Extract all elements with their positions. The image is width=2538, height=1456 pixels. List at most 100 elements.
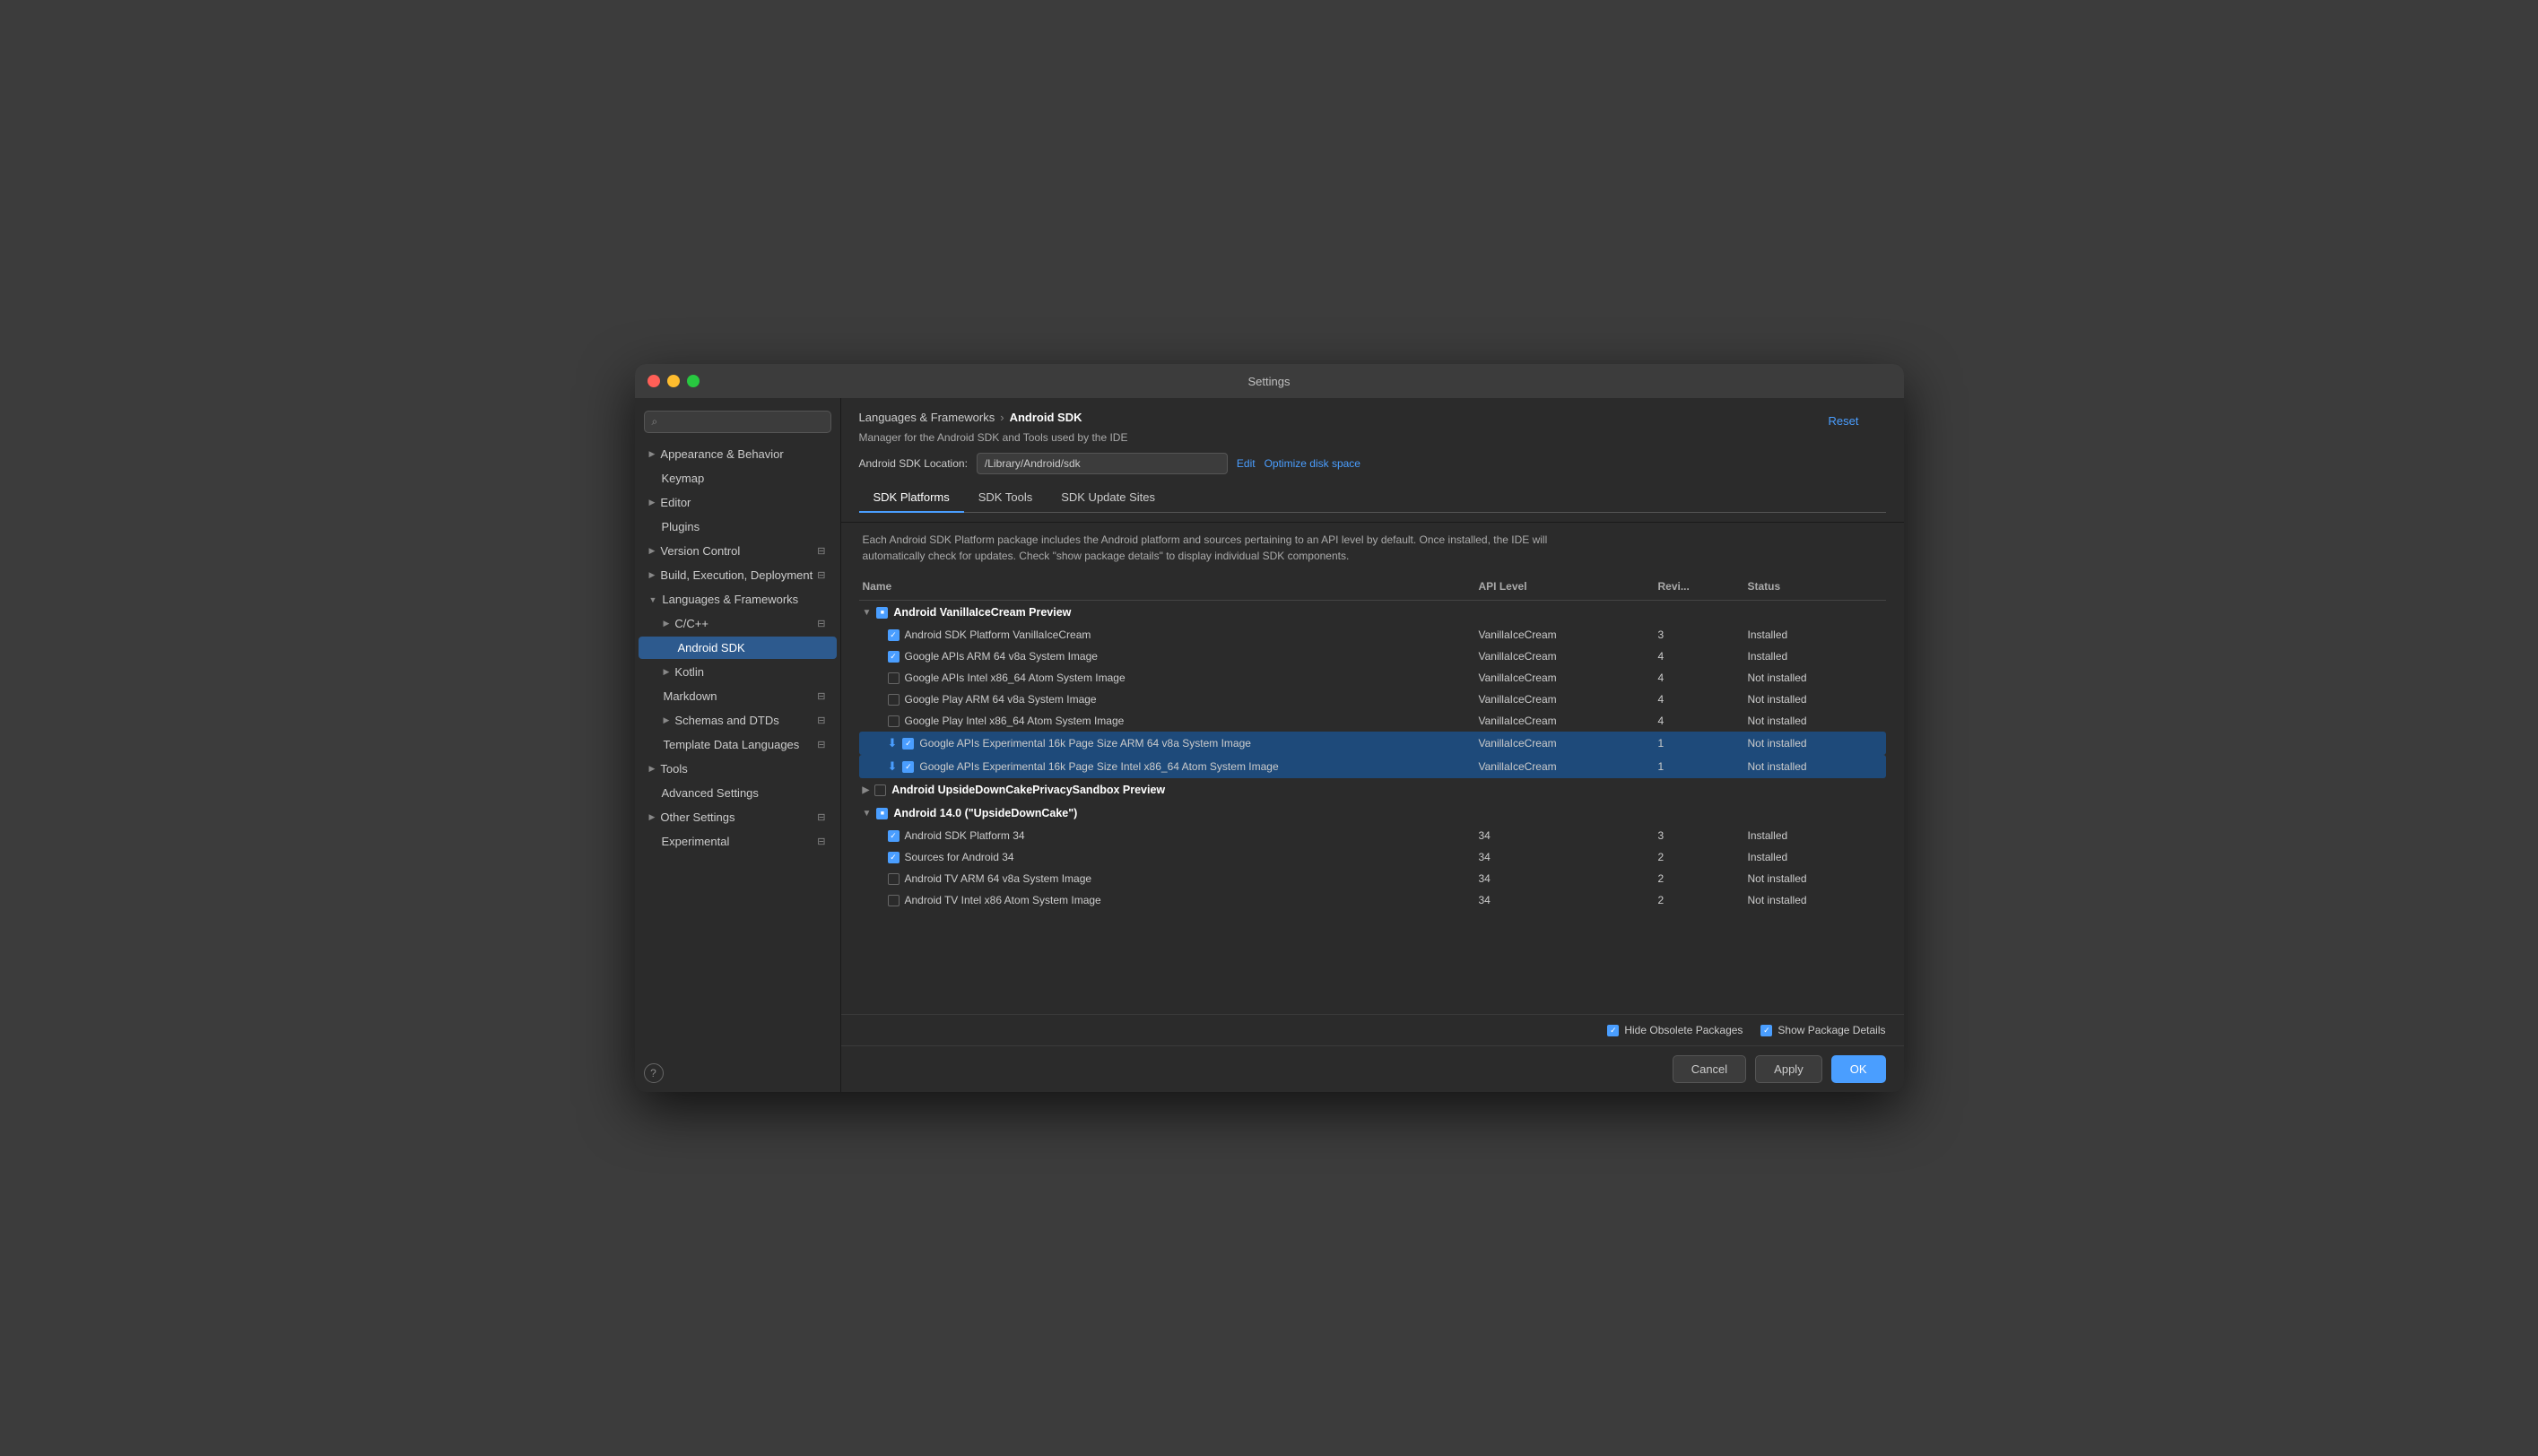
tab-sdk-tools[interactable]: SDK Tools xyxy=(964,483,1047,513)
chevron-icon: ▶ xyxy=(649,764,656,774)
sdk-group-header-sandbox[interactable]: ▶ Android UpsideDownCakePrivacySandbox P… xyxy=(859,778,1886,802)
sidebar-item-build[interactable]: ▶ Build, Execution, Deployment ⊟ xyxy=(639,564,837,586)
sdk-checkbox[interactable] xyxy=(902,738,914,750)
hide-obsolete-item[interactable]: Hide Obsolete Packages xyxy=(1607,1024,1743,1036)
sdk-rev: 3 xyxy=(1658,829,1748,842)
chevron-icon: ▶ xyxy=(649,449,656,459)
sdk-row: Google APIs Intel x86_64 Atom System Ima… xyxy=(859,667,1886,689)
sidebar-item-label: Editor xyxy=(660,496,691,509)
sidebar-item-label: Kotlin xyxy=(674,665,704,679)
sdk-row: Google APIs ARM 64 v8a System Image Vani… xyxy=(859,646,1886,667)
show-package-checkbox[interactable] xyxy=(1760,1025,1772,1036)
sidebar-item-editor[interactable]: ▶ Editor xyxy=(639,491,837,514)
sdk-checkbox[interactable] xyxy=(888,694,900,706)
group-chevron-icon[interactable]: ▼ xyxy=(863,608,872,618)
sdk-checkbox[interactable] xyxy=(888,715,900,727)
sdk-status: Not installed xyxy=(1748,672,1882,684)
sdk-checkbox[interactable] xyxy=(888,852,900,863)
sdk-checkbox[interactable] xyxy=(888,895,900,906)
sdk-group-sandbox: ▶ Android UpsideDownCakePrivacySandbox P… xyxy=(859,778,1886,802)
sdk-group-header-vanilla[interactable]: ▼ Android VanillaIceCream Preview xyxy=(859,601,1886,624)
sidebar-item-android-sdk[interactable]: Android SDK xyxy=(639,637,837,659)
group-checkbox-vanilla[interactable] xyxy=(876,607,888,619)
content-area: Languages & Frameworks › Android SDK Res… xyxy=(841,398,1904,1092)
help-button[interactable]: ? xyxy=(644,1063,664,1083)
settings-icon: ⊟ xyxy=(817,545,825,557)
group-checkbox-sandbox[interactable] xyxy=(874,784,886,796)
content-header: Languages & Frameworks › Android SDK Res… xyxy=(841,398,1904,523)
breadcrumb-separator: › xyxy=(1000,411,1004,424)
sdk-api: VanillaIceCream xyxy=(1479,693,1658,706)
sdk-status: Not installed xyxy=(1748,760,1882,773)
sidebar-item-tools[interactable]: ▶ Tools xyxy=(639,758,837,780)
traffic-lights xyxy=(648,375,700,387)
sidebar-item-version-control[interactable]: ▶ Version Control ⊟ xyxy=(639,540,837,562)
sdk-name: Android SDK Platform 34 xyxy=(905,829,1025,842)
sdk-status: Installed xyxy=(1748,650,1882,663)
sdk-name: Sources for Android 34 xyxy=(905,851,1014,863)
sidebar-item-markdown[interactable]: Markdown ⊟ xyxy=(639,685,837,707)
hide-obsolete-label: Hide Obsolete Packages xyxy=(1624,1024,1743,1036)
group-checkbox-android14[interactable] xyxy=(876,808,888,819)
group-chevron-icon[interactable]: ▶ xyxy=(863,785,870,795)
minimize-button[interactable] xyxy=(667,375,680,387)
sidebar-item-label: Template Data Languages xyxy=(664,738,800,751)
close-button[interactable] xyxy=(648,375,660,387)
sdk-api: 34 xyxy=(1479,894,1658,906)
group-chevron-icon[interactable]: ▼ xyxy=(863,809,872,819)
sdk-group-header-android14[interactable]: ▼ Android 14.0 ("UpsideDownCake") xyxy=(859,802,1886,825)
sidebar-item-languages[interactable]: ▼ Languages & Frameworks xyxy=(639,588,837,611)
tab-sdk-update-sites[interactable]: SDK Update Sites xyxy=(1047,483,1169,513)
sdk-name: Google Play Intel x86_64 Atom System Ima… xyxy=(905,715,1125,727)
cancel-button[interactable]: Cancel xyxy=(1673,1055,1746,1083)
sidebar-item-label: Android SDK xyxy=(678,641,745,654)
sidebar-item-label: Build, Execution, Deployment xyxy=(660,568,813,582)
edit-link[interactable]: Edit xyxy=(1237,457,1256,470)
sdk-name: Google APIs Experimental 16k Page Size A… xyxy=(919,737,1251,750)
sdk-api: 34 xyxy=(1479,872,1658,885)
apply-button[interactable]: Apply xyxy=(1755,1055,1822,1083)
sdk-row-highlighted[interactable]: ⬇ Google APIs Experimental 16k Page Size… xyxy=(859,755,1886,778)
col-name: Name xyxy=(863,580,1479,593)
sdk-api: VanillaIceCream xyxy=(1479,650,1658,663)
hide-obsolete-checkbox[interactable] xyxy=(1607,1025,1619,1036)
sidebar-item-schemas[interactable]: ▶ Schemas and DTDs ⊟ xyxy=(639,709,837,732)
sidebar: ⌕ ▶ Appearance & Behavior Keymap ▶ Edito… xyxy=(635,398,841,1092)
search-box[interactable]: ⌕ xyxy=(644,411,831,433)
sidebar-item-advanced-settings[interactable]: Advanced Settings xyxy=(639,782,837,804)
sidebar-item-kotlin[interactable]: ▶ Kotlin xyxy=(639,661,837,683)
sdk-rev: 4 xyxy=(1658,715,1748,727)
sdk-checkbox[interactable] xyxy=(888,629,900,641)
col-rev: Revi... xyxy=(1658,580,1748,593)
sdk-checkbox[interactable] xyxy=(888,672,900,684)
tab-sdk-platforms[interactable]: SDK Platforms xyxy=(859,483,964,513)
sidebar-item-keymap[interactable]: Keymap xyxy=(639,467,837,490)
sidebar-item-cpp[interactable]: ▶ C/C++ ⊟ xyxy=(639,612,837,635)
sidebar-item-plugins[interactable]: Plugins xyxy=(639,516,837,538)
sdk-checkbox[interactable] xyxy=(888,873,900,885)
search-input[interactable] xyxy=(661,416,822,429)
sdk-name: Google Play ARM 64 v8a System Image xyxy=(905,693,1097,706)
maximize-button[interactable] xyxy=(687,375,700,387)
sdk-rev: 2 xyxy=(1658,872,1748,885)
sidebar-item-label: Markdown xyxy=(664,689,717,703)
show-package-item[interactable]: Show Package Details xyxy=(1760,1024,1885,1036)
chevron-icon: ▶ xyxy=(664,667,670,677)
reset-link[interactable]: Reset xyxy=(1829,414,1859,428)
ok-button[interactable]: OK xyxy=(1831,1055,1886,1083)
sdk-checkbox[interactable] xyxy=(888,651,900,663)
sidebar-item-experimental[interactable]: Experimental ⊟ xyxy=(639,830,837,853)
sdk-status: Installed xyxy=(1748,628,1882,641)
sidebar-item-appearance[interactable]: ▶ Appearance & Behavior xyxy=(639,443,837,465)
sdk-name: Google APIs Experimental 16k Page Size I… xyxy=(919,760,1278,773)
sdk-checkbox[interactable] xyxy=(902,761,914,773)
sidebar-item-template-data[interactable]: Template Data Languages ⊟ xyxy=(639,733,837,756)
sidebar-item-other-settings[interactable]: ▶ Other Settings ⊟ xyxy=(639,806,837,828)
location-input[interactable] xyxy=(977,453,1228,474)
optimize-link[interactable]: Optimize disk space xyxy=(1265,457,1360,470)
sdk-checkbox[interactable] xyxy=(888,830,900,842)
breadcrumb-parent: Languages & Frameworks xyxy=(859,411,995,424)
sidebar-item-label: Keymap xyxy=(662,472,705,485)
sdk-status: Not installed xyxy=(1748,872,1882,885)
sdk-row-highlighted[interactable]: ⬇ Google APIs Experimental 16k Page Size… xyxy=(859,732,1886,755)
